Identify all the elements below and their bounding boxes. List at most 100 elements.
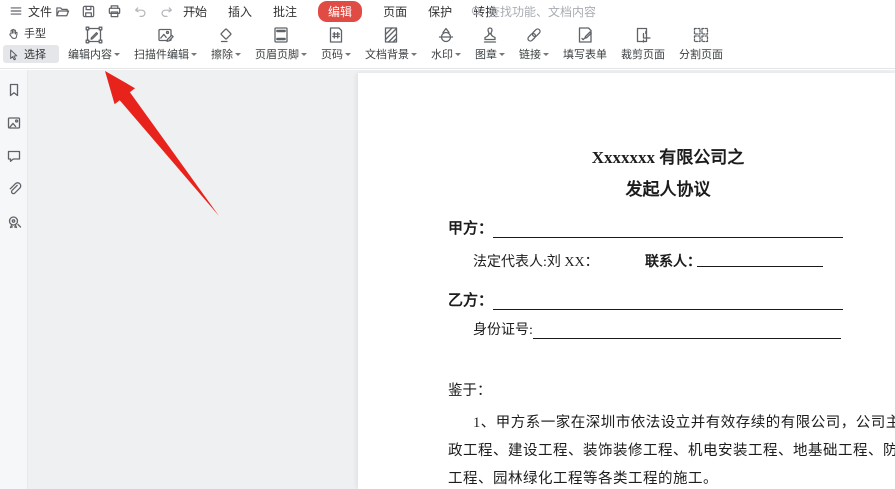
stamp-label: 图章 [475, 46, 497, 62]
pdf-page[interactable]: Xxxxxxx 有限公司之 发起人协议 甲方： 法定代表人:刘 XX： 联系人：… [358, 73, 895, 489]
tab-comment[interactable]: 批注 [273, 3, 297, 20]
attachment-icon[interactable] [6, 181, 22, 197]
doc-title-line1: Xxxxxxx 有限公司之 [448, 143, 888, 168]
dropdown-caret-icon [543, 53, 549, 56]
dropdown-caret-icon [235, 53, 241, 56]
crop-page-button[interactable]: 裁剪页面 [614, 24, 672, 63]
fill-form-label: 填写表单 [563, 46, 607, 62]
redo-icon[interactable] [159, 4, 174, 19]
legal-rep-text: 法定代表人:刘 XX： [473, 251, 599, 271]
dropdown-caret-icon [301, 53, 307, 56]
dropdown-caret-icon [411, 53, 417, 56]
quick-access-toolbar [55, 0, 200, 22]
page-number-icon [326, 25, 346, 45]
dropdown-caret-icon [499, 53, 505, 56]
tab-insert[interactable]: 插入 [228, 3, 252, 20]
file-menu-button[interactable]: 文件 [9, 0, 52, 22]
cursor-icon [7, 48, 20, 61]
stamp-button[interactable]: 图章 [468, 24, 512, 63]
watermark-label: 水印 [431, 46, 453, 62]
party-b-row: 乙方： [448, 289, 843, 310]
party-a-blank [493, 224, 843, 238]
undo-icon[interactable] [133, 4, 148, 19]
navigation-sidebar [0, 70, 28, 489]
hand-icon [7, 27, 20, 40]
watermark-icon [436, 25, 456, 45]
watermark-button[interactable]: 水印 [424, 24, 468, 63]
crop-page-icon [633, 25, 653, 45]
dropdown-caret-icon [345, 53, 351, 56]
id-number-label: 身份证号: [473, 323, 533, 338]
doc-background-icon [381, 25, 401, 45]
toolbar-buttons: 编辑内容 扫描件编辑 擦除 页眉页脚 页码 文档背景 水印 图章 [61, 24, 730, 63]
crop-page-label: 裁剪页面 [621, 46, 665, 62]
link-label: 链接 [519, 46, 541, 62]
hand-tool-button[interactable]: 手型 [3, 24, 59, 42]
party-b-label: 乙方： [448, 293, 493, 309]
scan-edit-icon [156, 25, 176, 45]
document-workspace: Xxxxxxx 有限公司之 发起人协议 甲方： 法定代表人:刘 XX： 联系人：… [0, 70, 895, 489]
erase-button[interactable]: 擦除 [204, 24, 248, 63]
split-page-button[interactable]: 分割页面 [672, 24, 730, 63]
header-footer-label: 页眉页脚 [255, 46, 299, 62]
paragraph-line-1: 1、甲方系一家在深圳市依法设立并有效存续的有限公司，公司主营业务为 [473, 411, 895, 432]
header-footer-button[interactable]: 页眉页脚 [248, 24, 314, 63]
split-page-icon [691, 25, 711, 45]
party-a-label: 甲方： [448, 221, 493, 237]
open-file-icon[interactable] [55, 4, 70, 19]
erase-label: 擦除 [211, 46, 233, 62]
contact-label: 联系人： [645, 251, 701, 271]
party-b-blank [493, 296, 843, 310]
select-tool-label: 选择 [24, 46, 46, 62]
tab-home[interactable]: 开始 [183, 3, 207, 20]
dropdown-caret-icon [191, 53, 197, 56]
whereas-label: 鉴于： [448, 379, 492, 400]
menu-tabs: 开始 插入 批注 编辑 页面 保护 转换 [183, 0, 497, 22]
header-footer-icon [271, 25, 291, 45]
hamburger-icon [9, 4, 23, 18]
scan-edit-button[interactable]: 扫描件编辑 [127, 24, 204, 63]
edit-content-button[interactable]: 编辑内容 [61, 24, 127, 63]
save-icon[interactable] [81, 4, 96, 19]
party-a-row: 甲方： [448, 217, 843, 238]
paragraph-line-2: 政工程、建设工程、装饰装修工程、机电安装工程、地基础工程、防水防腐保 [448, 439, 895, 460]
fill-form-icon [575, 25, 595, 45]
edit-content-label: 编辑内容 [68, 46, 112, 62]
tab-edit[interactable]: 编辑 [318, 1, 362, 22]
dropdown-caret-icon [455, 53, 461, 56]
search-placeholder: 查找功能、文档内容 [488, 3, 596, 20]
image-icon[interactable] [6, 115, 22, 131]
page-number-label: 页码 [321, 46, 343, 62]
paragraph-line-3: 工程、园林绿化工程等各类工程的施工。 [448, 467, 718, 488]
scan-edit-label: 扫描件编辑 [134, 46, 189, 62]
file-menu-label: 文件 [28, 3, 52, 20]
pointer-tool-panel: 手型 选择 [3, 24, 59, 63]
tab-page[interactable]: 页面 [383, 3, 407, 20]
search-icon [470, 5, 483, 18]
doc-background-label: 文档背景 [365, 46, 409, 62]
contact-blank [697, 251, 823, 267]
fill-form-button[interactable]: 填写表单 [556, 24, 614, 63]
edit-ribbon-toolbar: 手型 选择 编辑内容 扫描件编辑 擦除 页眉页脚 页码 [0, 22, 895, 69]
page-number-button[interactable]: 页码 [314, 24, 358, 63]
edit-content-icon [84, 25, 104, 45]
split-page-label: 分割页面 [679, 46, 723, 62]
comment-icon[interactable] [6, 148, 22, 164]
select-tool-button[interactable]: 选择 [3, 45, 59, 63]
doc-title-line2: 发起人协议 [448, 175, 888, 200]
stamp-icon [480, 25, 500, 45]
tab-protect[interactable]: 保护 [428, 3, 452, 20]
link-icon [524, 25, 544, 45]
doc-background-button[interactable]: 文档背景 [358, 24, 424, 63]
eraser-icon [216, 25, 236, 45]
search-input[interactable]: 查找功能、文档内容 [470, 2, 596, 20]
dropdown-caret-icon [114, 53, 120, 56]
print-icon[interactable] [107, 4, 122, 19]
hand-tool-label: 手型 [24, 25, 46, 41]
link-button[interactable]: 链接 [512, 24, 556, 63]
menu-bar: 文件 开始 插入 批注 编辑 页面 保护 转换 查找功能、文档内容 [0, 0, 895, 22]
id-number-row: 身份证号: [473, 319, 841, 339]
id-number-blank [533, 325, 841, 339]
bookmark-icon[interactable] [6, 82, 22, 98]
seal-icon[interactable] [6, 214, 22, 230]
